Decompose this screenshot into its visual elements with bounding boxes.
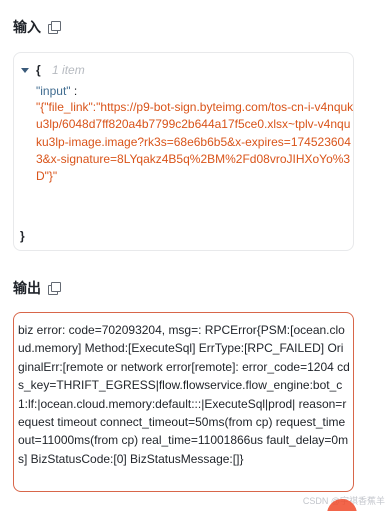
copy-icon[interactable] (48, 282, 61, 295)
json-key: "input" (36, 84, 71, 98)
input-section-title: 输入 (13, 17, 61, 37)
json-object-header: { 1 item (21, 62, 85, 79)
input-json-viewer: { 1 item "input" : "{"file_link":"https:… (13, 52, 354, 251)
output-section-title: 输出 (13, 278, 61, 298)
output-error-box: biz error: code=702093204, msg=: RPCErro… (13, 312, 354, 492)
output-title-text: 输出 (13, 280, 41, 296)
json-open-brace: { (36, 63, 41, 77)
json-item-count: 1 item (52, 63, 85, 77)
json-close-brace: } (20, 229, 25, 243)
output-error-text: biz error: code=702093204, msg=: RPCErro… (18, 323, 350, 466)
input-title-text: 输入 (13, 19, 41, 35)
json-value: "{"file_link":"https://p9-bot-sign.bytei… (36, 100, 354, 184)
copy-icon[interactable] (48, 21, 61, 34)
caret-down-icon[interactable] (21, 68, 29, 74)
json-key-line: "input" : (36, 83, 77, 100)
json-colon: : (73, 84, 78, 98)
